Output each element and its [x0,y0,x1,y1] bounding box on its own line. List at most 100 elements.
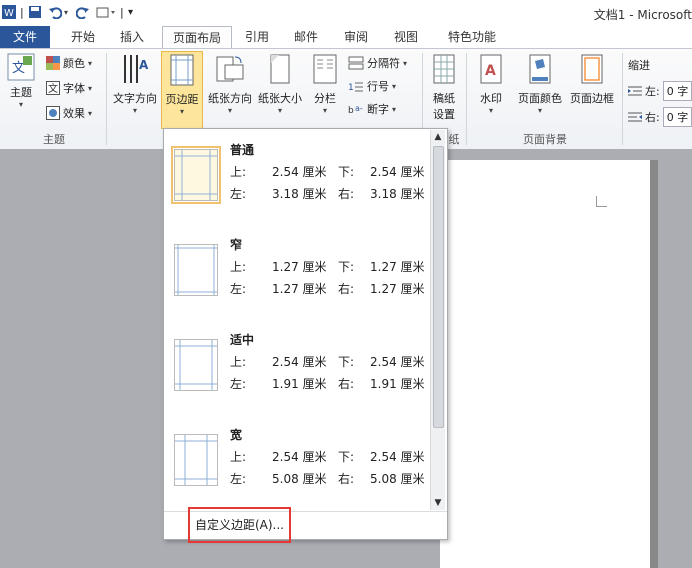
watermark-label: 水印 [480,92,502,105]
fonts-icon: 文 [46,81,60,95]
hyphenation-icon: b a- [348,104,363,116]
hyphenation-button[interactable]: b a- 断字 ▾ [348,101,396,117]
paper-group-label: 纸 [448,133,460,146]
margin-option-name: 适中 [230,333,255,347]
indent-right-label: 右: [645,111,660,124]
tab-view[interactable]: 视图 [388,26,424,48]
size-button[interactable]: 纸张大小 ▾ [255,53,305,115]
top-label: 上: [230,165,247,179]
more-commands-icon[interactable]: ▾ [128,4,133,20]
margin-preview-moderate [174,339,218,391]
page-borders-button[interactable]: 页面边框 [566,53,618,106]
watermark-url: zhinan.sogou.com [518,528,610,539]
page-color-icon [529,54,551,84]
columns-icon [313,54,337,84]
undo-dropdown-icon[interactable]: ▾ [64,4,68,20]
right-label: 右: [338,472,355,486]
line-numbers-button[interactable]: 1 行号 ▾ [348,78,396,94]
scroll-up-arrow-icon[interactable]: ▲ [432,130,444,144]
orientation-button[interactable]: 纸张方向 ▾ [205,53,255,115]
svg-text:文: 文 [48,82,58,95]
watermark-button[interactable]: A 水印 ▾ [472,53,510,115]
margin-preview-wide [174,434,218,486]
page-edge-shadow [650,160,658,568]
margin-row-top-bottom: 上: 2.54 厘米 下: 2.54 厘米 [230,163,425,180]
line-numbers-icon: 1 [348,82,363,93]
tab-special-features[interactable]: 特色功能 [440,26,504,48]
indent-right: 右: 0 字 [628,107,692,127]
columns-button[interactable]: 分栏 ▾ [307,53,343,115]
left-label: 左: [230,472,247,486]
colors-button[interactable]: 颜色 ▾ [46,55,92,71]
margin-option-wide[interactable]: 宽 上: 2.54 厘米 下: 2.54 厘米 左: 5.08 厘米 右: 5.… [164,418,429,512]
fonts-button[interactable]: 文 字体 ▾ [46,80,92,96]
right-value: 5.08 厘米 [370,472,425,486]
margin-row-left-right: 左: 1.27 厘米 右: 1.27 厘米 [230,280,425,297]
top-label: 上: [230,260,247,274]
tab-insert[interactable]: 插入 [110,26,154,48]
bottom-label: 下: [338,450,355,464]
scrollbar-thumb[interactable] [433,146,444,428]
page-borders-icon [581,54,603,84]
themes-button[interactable]: 文 主题 ▾ [4,53,38,109]
orientation-icon [216,56,244,82]
quick-access-separator: | [20,5,24,19]
page-color-button[interactable]: 页面颜色 ▾ [514,53,566,115]
tab-file[interactable]: 文件 [0,26,50,48]
watermark-icon: A [480,54,502,84]
effects-button[interactable]: 效果 ▾ [46,105,92,121]
fonts-label: 字体 [63,82,85,95]
indent-left-icon [628,86,642,96]
group-divider [106,53,107,145]
margin-row-top-bottom: 上: 2.54 厘米 下: 2.54 厘米 [230,353,425,370]
top-label: 上: [230,450,247,464]
tab-references[interactable]: 引用 [238,26,276,48]
draft-paper-button[interactable]: 稿纸 设置 [428,53,460,122]
indent-left-input[interactable]: 0 字 [662,81,692,101]
word-icon: W [2,4,16,20]
left-label: 左: [230,282,247,296]
tab-mailings[interactable]: 邮件 [288,26,324,48]
text-direction-button[interactable]: A 文字方向 ▾ [110,53,160,115]
tab-home[interactable]: 开始 [60,26,106,48]
custom-margins-button[interactable]: 自定义边距(A)... [188,507,291,543]
redo-icon[interactable] [76,4,90,20]
customize-quick-access-icon[interactable] [96,4,118,20]
breaks-label: 分隔符 [367,57,400,70]
tab-review[interactable]: 审阅 [338,26,374,48]
left-label: 左: [230,187,247,201]
watermark-logo-text: 搜狗指南 [512,488,605,513]
bottom-value: 2.54 厘米 [370,355,425,369]
line-numbers-label: 行号 [367,80,389,93]
svg-text:W: W [4,8,14,19]
indent-left: 左: 0 字 [628,81,692,101]
scroll-down-arrow-icon[interactable]: ▼ [432,496,444,510]
columns-label: 分栏 [314,92,336,105]
top-value: 1.27 厘米 [272,260,327,274]
margin-option-normal[interactable]: 普通 上: 2.54 厘米 下: 2.54 厘米 左: 3.18 厘米 右: 3… [164,133,429,227]
right-label: 右: [338,377,355,391]
margin-option-narrow[interactable]: 窄 上: 1.27 厘米 下: 1.27 厘米 左: 1.27 厘米 右: 1.… [164,228,429,322]
quick-access-separator-2: | [120,5,124,19]
indent-right-input[interactable]: 0 字 [662,107,692,127]
save-icon[interactable] [28,4,42,20]
group-divider-4 [622,53,623,145]
margin-option-moderate[interactable]: 适中 上: 2.54 厘米 下: 2.54 厘米 左: 1.91 厘米 右: 1… [164,323,429,417]
margin-row-left-right: 左: 1.91 厘米 右: 1.91 厘米 [230,375,425,392]
bottom-label: 下: [338,355,355,369]
undo-icon[interactable] [48,4,62,20]
right-value: 3.18 厘米 [370,187,425,201]
margins-label: 页边距 [165,93,199,106]
top-label: 上: [230,355,247,369]
tab-page-layout[interactable]: 页面布局 [162,26,232,48]
bottom-value: 2.54 厘米 [370,450,425,464]
document-title: 文档1 - Microsoft [593,8,692,22]
breaks-button[interactable]: 分隔符 ▾ [348,55,407,71]
margin-option-name: 普通 [230,143,255,157]
theme-group-label: 主题 [43,133,65,146]
margins-button[interactable]: 页边距 ▾ [161,51,203,129]
text-direction-label: 文字方向 [113,92,157,105]
margin-option-name: 窄 [230,238,243,252]
page-borders-label: 页面边框 [570,92,614,105]
left-value: 3.18 厘米 [272,187,327,201]
